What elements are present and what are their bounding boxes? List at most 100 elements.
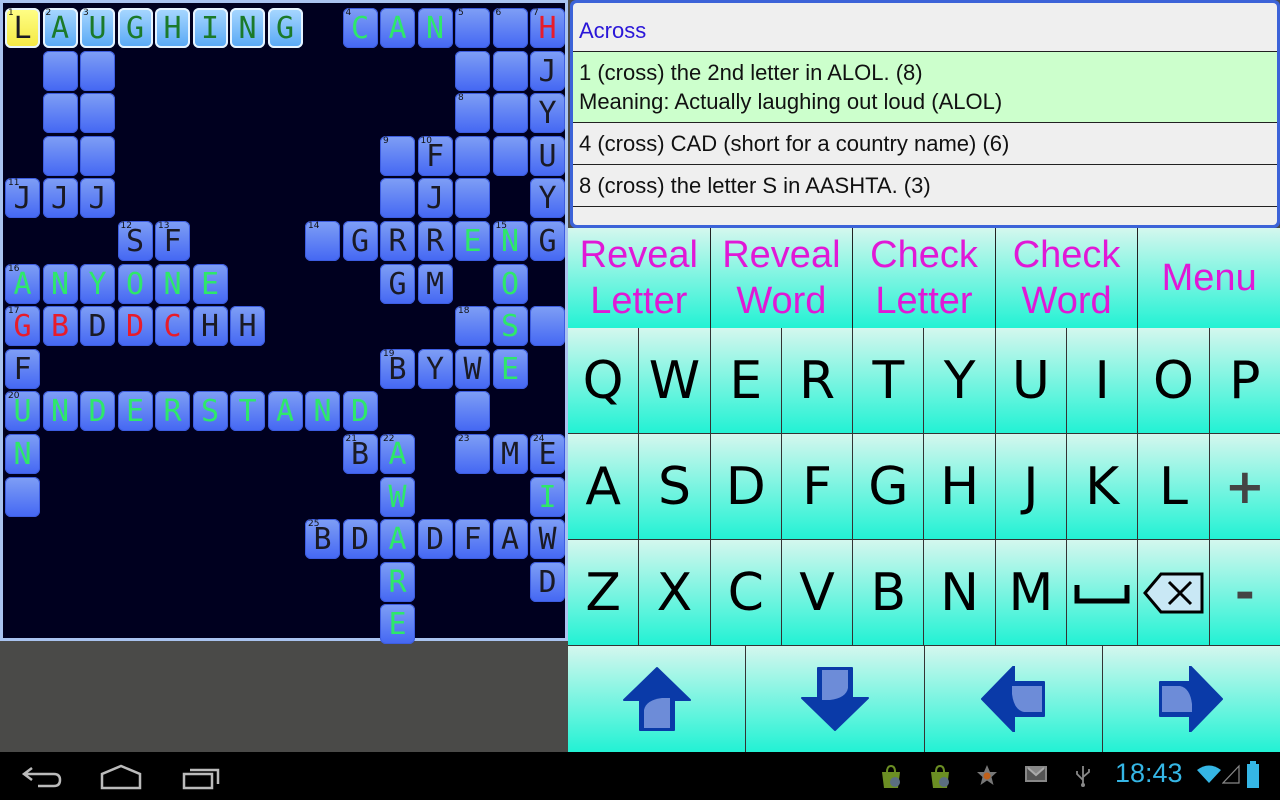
- grid-cell[interactable]: 11 J: [5, 178, 40, 219]
- grid-cell[interactable]: 8: [455, 93, 490, 134]
- grid-cell[interactable]: 10 F: [417, 135, 453, 176]
- grid-cell[interactable]: S: [192, 391, 228, 432]
- grid-cell[interactable]: A: [267, 391, 303, 432]
- recent-apps-icon[interactable]: [180, 762, 226, 792]
- grid-cell[interactable]: 1L: [5, 8, 40, 48]
- grid-cell[interactable]: J: [42, 178, 78, 219]
- grid-cell[interactable]: [530, 306, 565, 347]
- grid-cell[interactable]: Y: [80, 263, 115, 304]
- grid-cell[interactable]: 3U: [80, 8, 115, 48]
- letter-z-key[interactable]: Z: [568, 540, 639, 645]
- letter-x-key[interactable]: X: [639, 540, 710, 645]
- grid-cell[interactable]: [42, 135, 78, 176]
- letter-t-key[interactable]: T: [853, 328, 924, 433]
- home-icon[interactable]: [98, 762, 144, 792]
- grid-cell[interactable]: R: [380, 221, 415, 261]
- letter-c-key[interactable]: C: [710, 540, 781, 645]
- market-update-icon[interactable]: [878, 764, 904, 790]
- back-icon[interactable]: [20, 762, 66, 792]
- grid-cell[interactable]: R: [417, 221, 453, 261]
- grid-cell[interactable]: 2A: [42, 8, 78, 48]
- grid-cell[interactable]: M: [417, 263, 453, 304]
- grid-cell[interactable]: J: [530, 50, 565, 91]
- grid-cell[interactable]: A: [380, 519, 415, 560]
- reveal-letter-button[interactable]: Reveal Letter: [568, 228, 710, 328]
- grid-cell[interactable]: G: [342, 221, 378, 261]
- grid-cell[interactable]: Y: [530, 93, 565, 134]
- grid-cell[interactable]: [455, 50, 490, 91]
- letter-g-key[interactable]: G: [853, 434, 924, 539]
- grid-cell[interactable]: A: [492, 519, 528, 560]
- grid-cell[interactable]: N: [417, 8, 453, 48]
- grid-cell[interactable]: D: [530, 561, 565, 602]
- letter-v-key[interactable]: V: [781, 540, 853, 645]
- letter-u-key[interactable]: U: [995, 328, 1067, 433]
- grid-cell[interactable]: 24 E: [530, 434, 565, 474]
- grid-cell[interactable]: E: [492, 348, 528, 389]
- grid-cell[interactable]: [455, 391, 490, 432]
- arrow-up-button[interactable]: [568, 646, 746, 752]
- grid-cell[interactable]: 7H: [530, 8, 565, 48]
- grid-cell[interactable]: E: [455, 221, 490, 261]
- letter-o-key[interactable]: O: [1138, 328, 1209, 433]
- letter-i-key[interactable]: I: [1067, 328, 1138, 433]
- grid-cell[interactable]: G: [267, 8, 303, 48]
- arrow-right-button[interactable]: [1102, 646, 1280, 752]
- grid-cell[interactable]: Y: [417, 348, 453, 389]
- grid-cell[interactable]: [492, 135, 528, 176]
- grid-cell[interactable]: H: [230, 306, 265, 347]
- grid-cell[interactable]: 9: [380, 135, 415, 176]
- grid-cell[interactable]: [492, 93, 528, 134]
- letter-m-key[interactable]: M: [995, 540, 1067, 645]
- letter-r-key[interactable]: R: [781, 328, 853, 433]
- grid-cell[interactable]: N: [155, 263, 190, 304]
- grid-cell[interactable]: [42, 50, 78, 91]
- letter-k-key[interactable]: K: [1067, 434, 1138, 539]
- grid-cell[interactable]: C: [155, 306, 190, 347]
- grid-cell[interactable]: U: [530, 135, 565, 176]
- grid-cell[interactable]: G: [380, 263, 415, 304]
- grid-cell[interactable]: E: [380, 604, 415, 645]
- grid-cell[interactable]: [492, 50, 528, 91]
- market-update-icon[interactable]: [927, 764, 953, 790]
- letter-n-key[interactable]: N: [924, 540, 995, 645]
- grid-cell[interactable]: J: [417, 178, 453, 219]
- grid-cell[interactable]: [5, 476, 40, 517]
- grid-cell[interactable]: N: [5, 434, 40, 474]
- grid-cell[interactable]: D: [342, 391, 378, 432]
- grid-cell[interactable]: Y: [530, 178, 565, 219]
- grid-cell[interactable]: 5: [455, 8, 490, 48]
- reveal-word-button[interactable]: Reveal Word: [710, 228, 853, 328]
- grid-cell[interactable]: 13 F: [155, 221, 190, 261]
- grid-cell[interactable]: G: [117, 8, 153, 48]
- plus-key[interactable]: +: [1209, 434, 1280, 539]
- arrow-left-button[interactable]: [924, 646, 1102, 752]
- grid-cell[interactable]: W: [530, 519, 565, 560]
- grid-cell[interactable]: D: [117, 306, 153, 347]
- backspace-key[interactable]: [1138, 540, 1209, 645]
- grid-cell[interactable]: D: [80, 391, 115, 432]
- grid-cell[interactable]: N: [42, 391, 78, 432]
- grid-cell[interactable]: 21 B: [342, 434, 378, 474]
- grid-cell[interactable]: [80, 135, 115, 176]
- letter-f-key[interactable]: F: [781, 434, 853, 539]
- letter-e-key[interactable]: E: [710, 328, 781, 433]
- grid-cell[interactable]: G: [530, 221, 565, 261]
- letter-h-key[interactable]: H: [924, 434, 995, 539]
- grid-cell[interactable]: 20 U: [5, 391, 40, 432]
- letter-a-key[interactable]: A: [568, 434, 639, 539]
- crossword-grid[interactable]: 1 L 2 A 3 U G H I N G 4 C A N 5 6 7 H J 8 Y 9 10 F U 11 J J J J Y 12 S 13 F…: [3, 3, 565, 645]
- grid-cell[interactable]: 18: [455, 306, 490, 347]
- grid-cell[interactable]: E: [192, 263, 228, 304]
- grid-cell[interactable]: 23: [455, 434, 490, 474]
- grid-cell[interactable]: 16 A: [5, 263, 40, 304]
- clue-list[interactable]: Across 1 (cross) the 2nd letter in ALOL.…: [573, 3, 1277, 225]
- check-letter-button[interactable]: Check Letter: [853, 228, 995, 328]
- grid-cell[interactable]: J: [80, 178, 115, 219]
- grid-cell[interactable]: [380, 178, 415, 219]
- grid-cell[interactable]: F: [455, 519, 490, 560]
- arrow-down-button[interactable]: [746, 646, 924, 752]
- grid-cell[interactable]: [455, 178, 490, 219]
- grid-cell[interactable]: H: [192, 306, 228, 347]
- grid-cell[interactable]: F: [5, 348, 40, 389]
